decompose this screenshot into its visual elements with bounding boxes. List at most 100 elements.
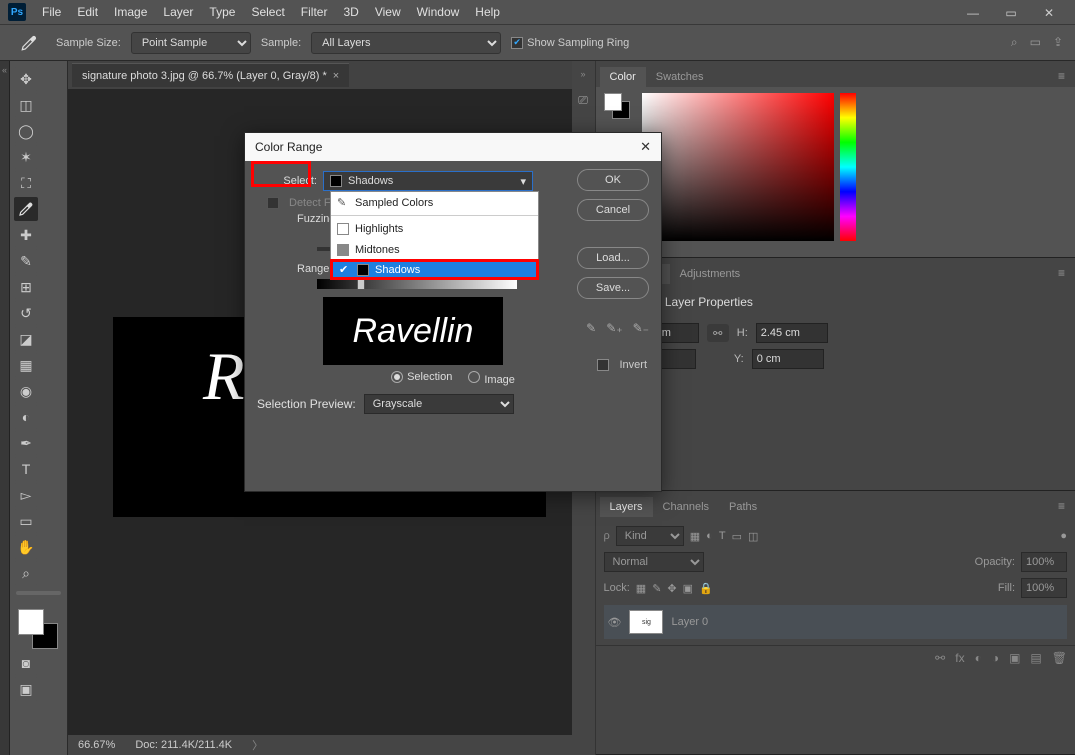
- shape-tool-icon[interactable]: ▭: [14, 509, 38, 533]
- doc-size-readout[interactable]: Doc: 211.4K/211.4K: [135, 739, 232, 751]
- tab-channels[interactable]: Channels: [653, 497, 719, 517]
- dialog-titlebar[interactable]: Color Range ✕: [245, 133, 661, 161]
- share-icon[interactable]: ⇪: [1053, 35, 1063, 50]
- lock-pixels-icon[interactable]: ▦: [636, 582, 646, 595]
- link-layers-icon[interactable]: ⚯: [935, 651, 945, 665]
- invert-checkbox[interactable]: [597, 359, 609, 371]
- layer-thumbnail[interactable]: sig: [629, 610, 663, 634]
- eraser-tool-icon[interactable]: ◪: [14, 327, 38, 351]
- menu-window[interactable]: Window: [417, 5, 460, 19]
- hue-slider[interactable]: [840, 93, 856, 241]
- panel-menu-icon[interactable]: ≡: [1052, 262, 1071, 284]
- y-input[interactable]: [752, 349, 824, 369]
- tab-layers[interactable]: Layers: [600, 497, 653, 517]
- close-icon[interactable]: ✕: [1035, 4, 1063, 22]
- eyedropper-sub-icon[interactable]: ✎₋: [633, 321, 649, 335]
- adjust-icon[interactable]: ⎚: [578, 93, 588, 108]
- zoom-readout[interactable]: 66.67%: [78, 739, 115, 751]
- tab-swatches[interactable]: Swatches: [646, 67, 714, 87]
- color-fgbg[interactable]: [604, 93, 634, 123]
- menu-image[interactable]: Image: [114, 5, 147, 19]
- panel-menu-icon[interactable]: ≡: [1052, 495, 1071, 517]
- menu-type[interactable]: Type: [209, 5, 235, 19]
- search-icon[interactable]: ⌕: [1011, 35, 1018, 50]
- new-adjustment-icon[interactable]: ◑: [992, 651, 999, 665]
- foreground-background-color[interactable]: [18, 609, 63, 649]
- left-collapse-strip[interactable]: «: [0, 61, 10, 755]
- fill-input[interactable]: [1021, 578, 1067, 598]
- move-tool-icon[interactable]: ✥: [14, 67, 38, 91]
- pen-tool-icon[interactable]: ✒: [14, 431, 38, 455]
- history-brush-tool-icon[interactable]: ↺: [14, 301, 38, 325]
- dd-midtones[interactable]: Midtones: [331, 239, 538, 260]
- tab-close-icon[interactable]: ×: [333, 70, 339, 82]
- delete-layer-icon[interactable]: 🗑: [1052, 651, 1067, 665]
- link-wh-icon[interactable]: ⚯: [707, 324, 729, 342]
- dd-highlights[interactable]: Highlights: [331, 218, 538, 239]
- show-sampling-ring[interactable]: ✔Show Sampling Ring: [511, 37, 629, 49]
- panel-menu-icon[interactable]: ≡: [1052, 65, 1071, 87]
- menu-file[interactable]: File: [42, 5, 61, 19]
- new-group-icon[interactable]: ▣: [1009, 651, 1020, 665]
- selection-radio[interactable]: Selection: [391, 371, 452, 386]
- workspace-icon[interactable]: ▭: [1030, 35, 1041, 50]
- selection-preview-select[interactable]: Grayscale: [364, 394, 514, 414]
- menu-filter[interactable]: Filter: [301, 5, 328, 19]
- layer-style-icon[interactable]: fx: [955, 651, 964, 665]
- lock-artboard-icon[interactable]: ▣: [683, 582, 693, 595]
- lock-brush-icon[interactable]: ✎: [652, 582, 661, 595]
- tab-adjustments[interactable]: Adjustments: [670, 264, 751, 284]
- menu-3d[interactable]: 3D: [343, 5, 358, 19]
- eyedropper-sample-icon[interactable]: ✎: [586, 321, 596, 335]
- eyedropper-tool-active-icon[interactable]: [14, 197, 38, 221]
- tab-paths[interactable]: Paths: [719, 497, 767, 517]
- save-button[interactable]: Save...: [577, 277, 649, 299]
- filter-type-icon[interactable]: T: [719, 530, 726, 542]
- cancel-button[interactable]: Cancel: [577, 199, 649, 221]
- blend-mode-select[interactable]: Normal: [604, 552, 704, 572]
- zoom-tool-icon[interactable]: ⌕: [14, 561, 38, 585]
- range-slider[interactable]: [317, 279, 517, 289]
- dd-shadows[interactable]: ✔Shadows: [330, 259, 539, 280]
- hand-tool-icon[interactable]: ✋: [14, 535, 38, 559]
- layer-name[interactable]: Layer 0: [671, 616, 708, 628]
- visibility-icon[interactable]: 👁: [608, 616, 622, 629]
- load-button[interactable]: Load...: [577, 247, 649, 269]
- eyedropper-tool-icon[interactable]: [12, 30, 46, 56]
- dodge-tool-icon[interactable]: ◐: [14, 405, 38, 429]
- filter-smart-icon[interactable]: ◫: [748, 530, 758, 543]
- new-layer-icon[interactable]: ▤: [1030, 651, 1041, 665]
- filter-toggle-icon[interactable]: ●: [1060, 530, 1067, 542]
- filter-image-icon[interactable]: ▦: [690, 530, 700, 543]
- minimize-icon[interactable]: —: [959, 4, 987, 22]
- layer-kind-filter[interactable]: Kind: [616, 526, 684, 546]
- filter-adjust-icon[interactable]: ◐: [706, 530, 713, 542]
- healing-brush-tool-icon[interactable]: ✚: [14, 223, 38, 247]
- quick-mask-icon[interactable]: ◙: [14, 651, 38, 675]
- foreground-swatch[interactable]: [18, 609, 44, 635]
- maximize-icon[interactable]: ▭: [997, 4, 1025, 22]
- lock-all-icon[interactable]: 🔒: [699, 582, 713, 595]
- opacity-input[interactable]: [1021, 552, 1067, 572]
- brush-tool-icon[interactable]: ✎: [14, 249, 38, 273]
- blur-tool-icon[interactable]: ◉: [14, 379, 38, 403]
- select-dropdown[interactable]: Shadows▾: [323, 171, 533, 191]
- image-radio[interactable]: Image: [468, 371, 515, 386]
- dd-sampled-colors[interactable]: ✎Sampled Colors: [331, 192, 538, 213]
- menu-help[interactable]: Help: [475, 5, 500, 19]
- quick-select-tool-icon[interactable]: ✶: [14, 145, 38, 169]
- lock-position-icon[interactable]: ✥: [667, 582, 676, 595]
- menu-layer[interactable]: Layer: [163, 5, 193, 19]
- sample-size-select[interactable]: Point Sample: [131, 32, 251, 54]
- sample-select[interactable]: All Layers: [311, 32, 501, 54]
- path-select-tool-icon[interactable]: ▻: [14, 483, 38, 507]
- document-tab[interactable]: signature photo 3.jpg @ 66.7% (Layer 0, …: [72, 63, 349, 87]
- marquee-tool-icon[interactable]: ◫: [14, 93, 38, 117]
- menu-view[interactable]: View: [375, 5, 401, 19]
- clone-stamp-tool-icon[interactable]: ⊞: [14, 275, 38, 299]
- gradient-tool-icon[interactable]: ▦: [14, 353, 38, 377]
- screen-mode-icon[interactable]: ▣: [14, 677, 38, 701]
- ok-button[interactable]: OK: [577, 169, 649, 191]
- menu-edit[interactable]: Edit: [77, 5, 98, 19]
- layer-mask-icon[interactable]: ◐: [975, 651, 982, 665]
